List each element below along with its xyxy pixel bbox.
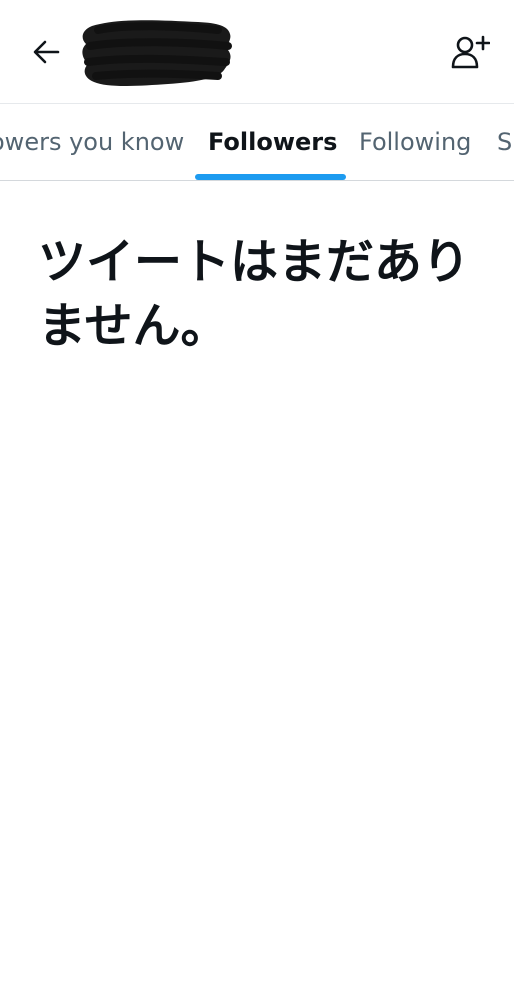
empty-state-title: ツイートはまだありません。 [38, 234, 471, 354]
top-app-bar [0, 0, 514, 104]
back-button[interactable] [26, 32, 66, 72]
arrow-left-icon [33, 40, 60, 64]
tab-subscriptions[interactable]: S [497, 104, 512, 180]
tab-followers[interactable]: Followers [208, 104, 337, 180]
active-tab-indicator [195, 174, 346, 180]
tab-bar: owers you know Followers Following S [0, 104, 514, 181]
tab-following[interactable]: Following [359, 104, 471, 180]
follow-user-button[interactable] [446, 30, 494, 74]
person-add-icon [451, 35, 490, 69]
redacted-account-name [82, 20, 232, 87]
tab-followers-you-know[interactable]: owers you know [0, 104, 184, 180]
